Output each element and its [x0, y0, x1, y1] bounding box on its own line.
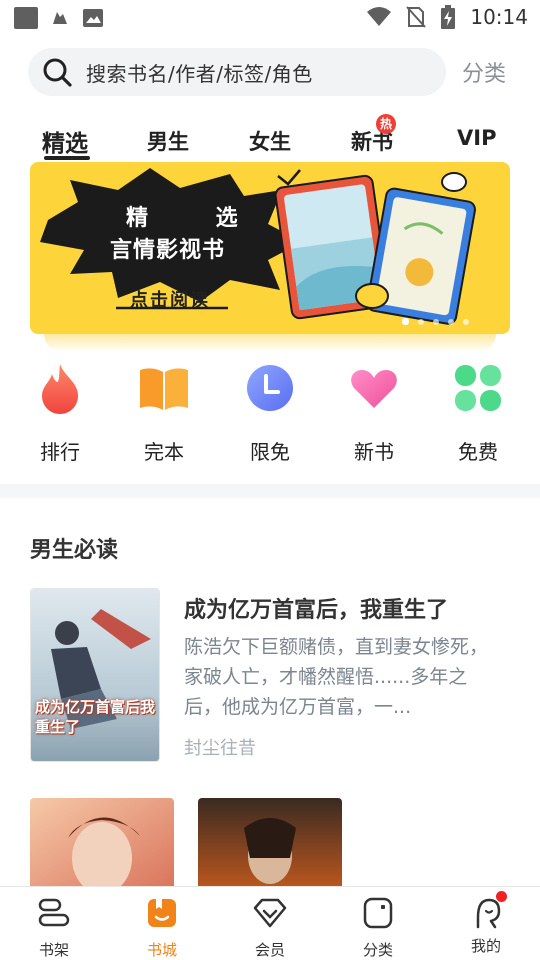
nav-profile[interactable]: 我的 — [451, 891, 521, 956]
entry-free[interactable]: 免费 — [438, 362, 518, 465]
book-author: 封尘往昔 — [184, 738, 256, 759]
promo-banner[interactable]: 精 选 言情影视书 点击阅读 — [30, 162, 510, 334]
app-notification-icon — [14, 7, 38, 29]
featured-book[interactable]: 成为亿万首富后我重生了 成为亿万首富后，我重生了 陈浩欠下巨额赌债，直到妻女惨死… — [30, 588, 520, 764]
carousel-dot — [433, 318, 439, 325]
nav-category[interactable]: 分类 — [343, 897, 413, 960]
nav-label: 书架 — [38, 941, 69, 959]
nav-label: 分类 — [362, 941, 393, 959]
search-placeholder: 搜索书名/作者/标签/角色 — [86, 61, 313, 86]
book-description: 陈浩欠下巨额赌债，直到妻女惨死，家破人亡，才幡然醒悟......多年之后，他成为… — [184, 636, 489, 718]
entry-label: 限免 — [250, 440, 290, 464]
carousel-dot — [418, 318, 424, 325]
nav-label: 书城 — [146, 941, 177, 959]
diamond-icon — [253, 898, 287, 928]
flame-icon — [42, 364, 78, 414]
carousel-dot — [448, 318, 454, 325]
quick-entry-row: 排行 完本 限免 新书 免费 — [0, 362, 540, 465]
entry-limited-free[interactable]: 限免 — [230, 362, 310, 465]
clover-icon — [455, 365, 501, 411]
book-cover[interactable] — [198, 798, 342, 894]
book-cover[interactable] — [30, 798, 174, 894]
search-icon — [43, 58, 72, 87]
banner-read-button[interactable]: 点击阅读 — [130, 286, 210, 312]
profile-icon — [476, 898, 501, 929]
category-link[interactable]: 分类 — [462, 56, 506, 88]
tab-vip[interactable]: VIP — [457, 126, 496, 150]
banner-headline: 精 选 — [126, 206, 268, 231]
heart-icon — [351, 370, 397, 408]
android-icon — [53, 12, 67, 24]
clock-icon — [247, 365, 293, 411]
section-divider — [0, 484, 540, 498]
section-title: 男生必读 — [30, 538, 119, 563]
carousel-indicator — [402, 318, 469, 325]
entry-new-books[interactable]: 新书 — [334, 362, 414, 465]
wifi-icon — [367, 7, 392, 26]
notification-dot — [496, 891, 507, 902]
tab-male[interactable]: 男生 — [147, 126, 189, 156]
search-bar[interactable]: 搜索书名/作者/标签/角色 — [28, 48, 446, 96]
entry-label: 排行 — [40, 440, 80, 464]
book-cover[interactable]: 成为亿万首富后我重生了 — [30, 588, 160, 762]
nav-bookshelf[interactable]: 书架 — [19, 897, 89, 960]
clock-time: 10:14 — [470, 5, 528, 29]
carousel-dot — [463, 318, 469, 325]
bookshelf-icon — [38, 898, 70, 927]
channel-tabs: 精选 男生 女生 新书 热 VIP — [0, 114, 540, 164]
no-sim-icon — [406, 6, 427, 28]
banner-subheadline: 言情影视书 — [110, 238, 226, 263]
bottom-navigation: 书架 书城 会员 分类 我的 — [0, 886, 540, 960]
tab-female[interactable]: 女生 — [249, 126, 291, 156]
cover-title-text: 成为亿万首富后我重生了 — [35, 698, 156, 736]
entry-ranking[interactable]: 排行 — [20, 362, 100, 465]
entry-label: 免费 — [458, 440, 498, 464]
book-cover-art — [198, 798, 342, 894]
book-title: 成为亿万首富后，我重生了 — [184, 598, 449, 623]
banner-shadow — [44, 334, 496, 352]
carousel-dot — [402, 318, 409, 325]
bookstore-icon — [148, 899, 176, 927]
tab-featured[interactable]: 精选 — [42, 124, 88, 158]
entry-label: 新书 — [354, 440, 394, 464]
category-icon — [363, 897, 393, 929]
battery-charging-icon — [441, 5, 456, 29]
nav-label: 会员 — [254, 941, 285, 959]
entry-completed[interactable]: 完本 — [124, 362, 204, 465]
bookstore-page: 10:14 搜索书名/作者/标签/角色 分类 精选 男生 女生 新书 热 VIP — [0, 0, 540, 960]
active-tab-indicator — [44, 156, 90, 160]
entry-label: 完本 — [144, 440, 184, 464]
book-cover-art — [30, 798, 174, 894]
image-icon — [83, 9, 103, 27]
hot-badge: 热 — [376, 114, 396, 134]
nav-membership[interactable]: 会员 — [235, 897, 305, 960]
banner-artwork — [40, 168, 476, 325]
profile-icon-wrap — [469, 891, 507, 929]
nav-label: 我的 — [470, 937, 501, 955]
status-bar: 10:14 — [0, 0, 540, 36]
nav-bookstore[interactable]: 书城 — [127, 897, 197, 960]
open-book-icon — [140, 368, 188, 410]
